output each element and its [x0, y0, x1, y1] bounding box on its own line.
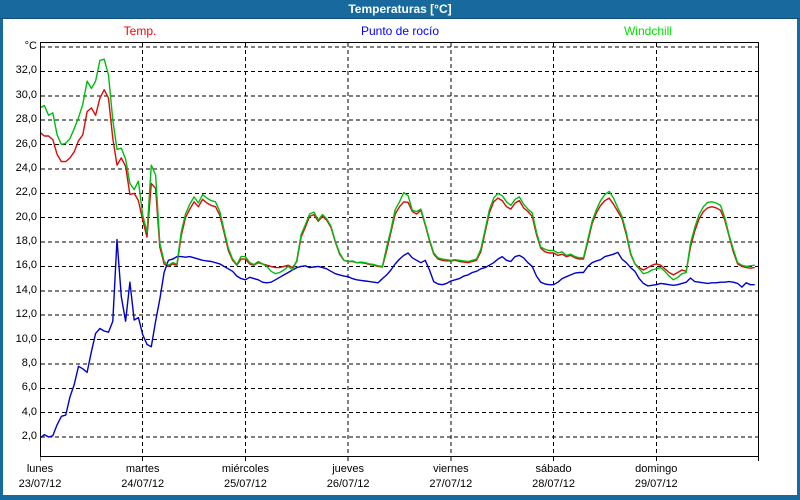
x-axis-label: sábado28/07/12 — [509, 462, 599, 492]
series-line-windchill — [40, 59, 755, 280]
y-tick-label: 22,0 — [0, 186, 37, 198]
x-axis-day-name: viernes — [406, 462, 496, 477]
x-axis-label: jueves26/07/12 — [303, 462, 393, 492]
y-tick-label: 12,0 — [0, 308, 37, 320]
x-axis-label: martes24/07/12 — [98, 462, 188, 492]
y-tick-label: 20,0 — [0, 211, 37, 223]
plot-svg — [40, 42, 760, 462]
x-axis-date: 25/07/12 — [200, 477, 290, 492]
y-tick-label: 6,0 — [0, 381, 37, 393]
y-tick-label: 26,0 — [0, 138, 37, 150]
x-axis-label: viernes27/07/12 — [406, 462, 496, 492]
y-tick-label: 18,0 — [0, 235, 37, 247]
window-titlebar[interactable]: Temperaturas [°C] — [0, 0, 800, 19]
x-axis-date: 29/07/12 — [611, 477, 701, 492]
x-axis-day-name: jueves — [303, 462, 393, 477]
x-axis-day-name: miércoles — [200, 462, 290, 477]
x-axis-day-name: domingo — [611, 462, 701, 477]
y-tick-label: 10,0 — [0, 333, 37, 345]
x-axis-day-name: sábado — [509, 462, 599, 477]
y-tick-label: 16,0 — [0, 259, 37, 271]
x-axis-date: 28/07/12 — [509, 477, 599, 492]
y-tick-label: 28,0 — [0, 113, 37, 125]
x-axis-date: 27/07/12 — [406, 477, 496, 492]
x-axis-label: domingo29/07/12 — [611, 462, 701, 492]
chart-window: Temperaturas [°C] Temp. Punto de rocío W… — [0, 0, 800, 500]
plot-border — [41, 43, 759, 457]
legend-temp-label: Temp. — [80, 24, 200, 38]
x-axis-day-name: lunes — [0, 462, 85, 477]
x-axis-day-name: martes — [98, 462, 188, 477]
y-axis-unit-label: °C — [0, 40, 37, 52]
y-tick-label: 14,0 — [0, 284, 37, 296]
series-line-temp — [40, 90, 755, 275]
y-tick-label: 30,0 — [0, 89, 37, 101]
legend-dew-point-label: Punto de rocío — [320, 24, 480, 38]
x-axis-label: miércoles25/07/12 — [200, 462, 290, 492]
y-tick-label: 4,0 — [0, 406, 37, 418]
x-axis-date: 26/07/12 — [303, 477, 393, 492]
legend-windchill-label: Windchill — [588, 24, 708, 38]
x-axis-label: lunes23/07/12 — [0, 462, 85, 492]
y-tick-label: 2,0 — [0, 430, 37, 442]
y-tick-label: 32,0 — [0, 64, 37, 76]
window-title: Temperaturas [°C] — [348, 2, 451, 16]
series-line-dew_point — [40, 240, 755, 439]
x-axis-date: 24/07/12 — [98, 477, 188, 492]
y-tick-label: 8,0 — [0, 357, 37, 369]
x-axis-date: 23/07/12 — [0, 477, 85, 492]
y-tick-label: 24,0 — [0, 162, 37, 174]
